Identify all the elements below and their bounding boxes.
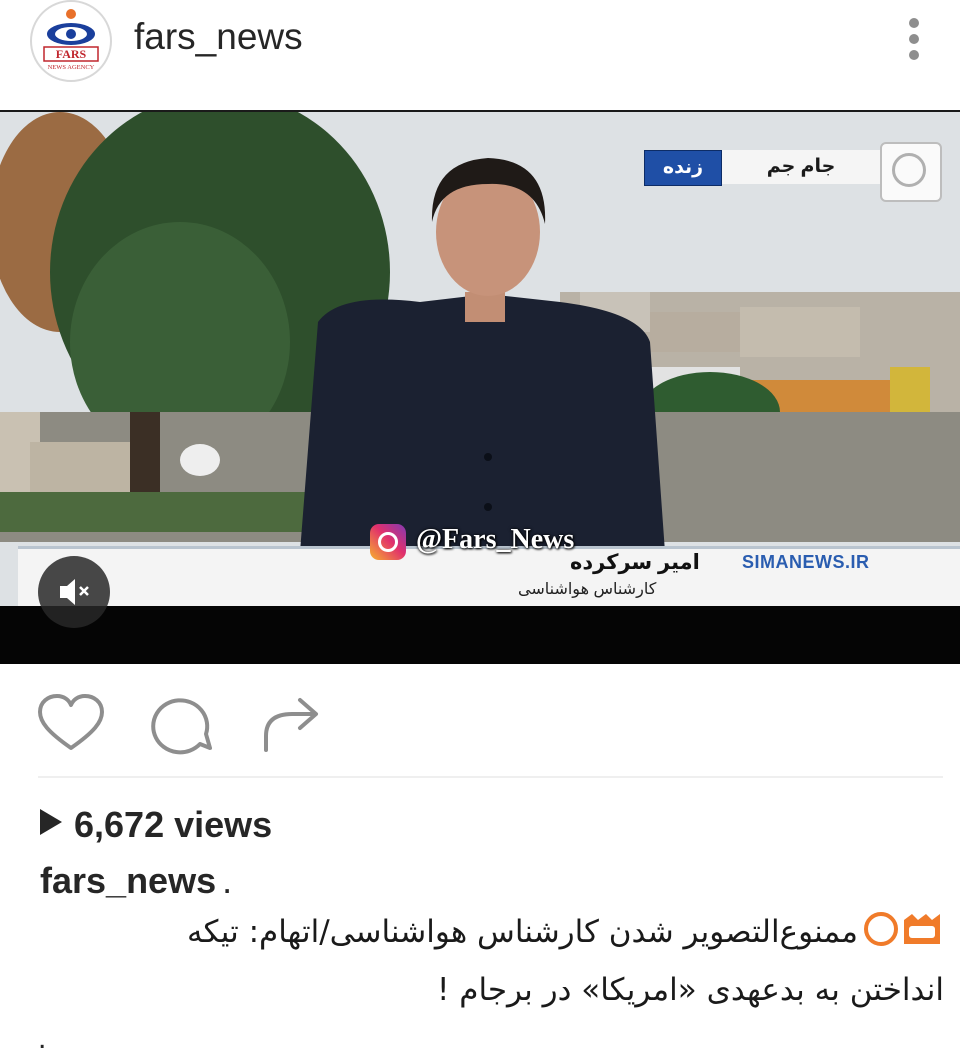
watermark-handle: @Fars_News	[416, 524, 575, 555]
post-header: FARS NEWS AGENCY fars_news	[0, 0, 960, 110]
caption-username-suffix: .	[222, 860, 233, 901]
comment-bubble-icon[interactable]	[148, 690, 218, 760]
anchor-title: کارشناس هواشناسی	[518, 581, 657, 598]
caption-text-block: ممنوع‌التصویر شدن کارشناس هواشناسی/اتهام…	[100, 906, 944, 1016]
channel-name: جام جم	[722, 150, 880, 184]
caption-trailing-dot: .	[38, 1022, 47, 1055]
sima-news-website: SIMANEWS.IR	[742, 552, 870, 572]
avatar[interactable]: FARS NEWS AGENCY	[30, 0, 112, 82]
action-bar	[0, 680, 960, 770]
caption-username[interactable]: fars_news	[40, 860, 216, 901]
divider	[38, 776, 943, 778]
live-badge: زنده	[644, 150, 722, 186]
mute-toggle-button[interactable]	[38, 556, 110, 628]
kebab-menu-icon[interactable]	[898, 14, 932, 68]
camera-icon	[880, 142, 942, 202]
heart-icon[interactable]	[36, 690, 106, 760]
fars-news-logo: FARS NEWS AGENCY	[43, 9, 99, 71]
share-arrow-icon[interactable]	[258, 690, 328, 760]
play-icon	[40, 809, 62, 835]
live-channel-bar: زنده جام جم	[644, 150, 880, 186]
logo-text-agency: NEWS AGENCY	[48, 64, 95, 71]
circle-emoji-icon	[864, 912, 898, 946]
anchor-name: امیر سرکرده	[570, 551, 700, 574]
caption-emoji-group	[862, 910, 944, 964]
caption-text: ممنوع‌التصویر شدن کارشناس هواشناسی/اتهام…	[187, 914, 944, 1008]
view-count-text: 6,672 views	[74, 804, 273, 845]
video-player[interactable]: زنده جام جم @Fars_News امیر سرکرده کارشن…	[0, 110, 960, 664]
post-author-username[interactable]: fars_news	[134, 16, 303, 58]
instagram-icon	[370, 524, 406, 560]
caption-username-row: fars_news.	[40, 860, 232, 902]
crown-emoji-icon	[904, 914, 940, 944]
view-count[interactable]: 6,672 views	[40, 804, 272, 846]
video-letterbox	[0, 606, 960, 664]
logo-text-fars: FARS	[56, 47, 87, 61]
speaker-muted-icon	[60, 579, 89, 605]
